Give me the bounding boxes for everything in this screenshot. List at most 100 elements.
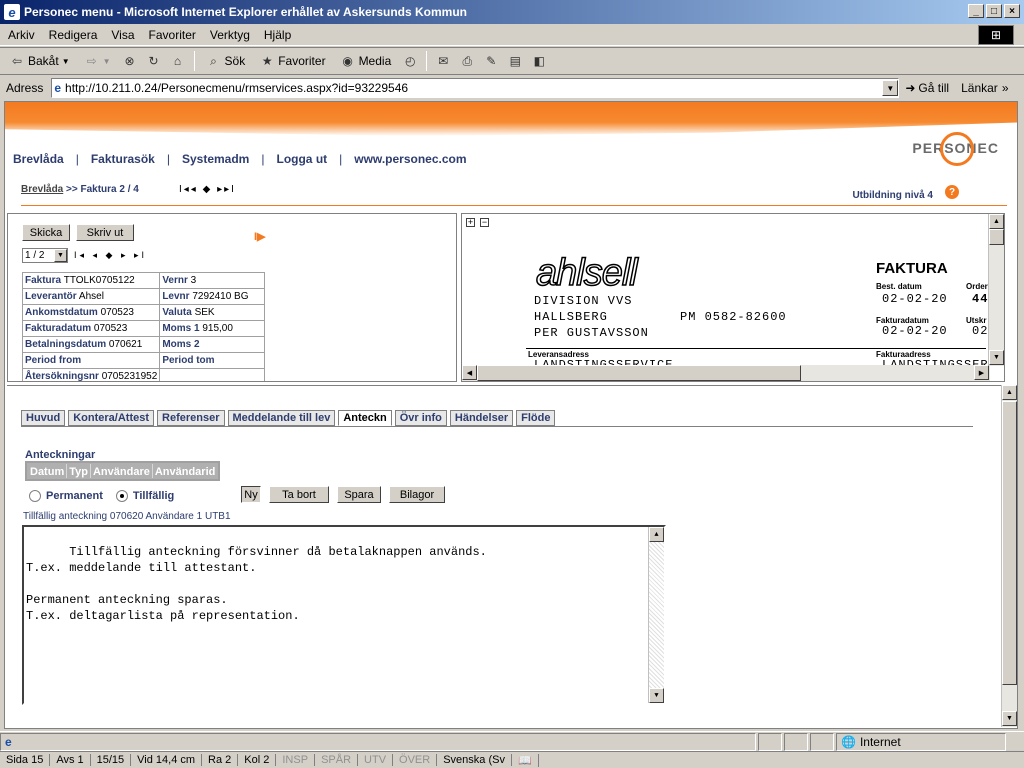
mail-icon[interactable]: ✉ [435, 53, 451, 69]
tab-referenser[interactable]: Referenser [157, 410, 225, 426]
tab-kontera-attest[interactable]: Kontera/Attest [68, 410, 155, 426]
radio-permanent[interactable] [29, 490, 41, 502]
nav-www[interactable]: www.personec.com [354, 152, 466, 166]
scroll-down-icon[interactable]: ▼ [649, 688, 664, 703]
status-utv[interactable]: UTV [358, 754, 394, 766]
image-vertical-scrollbar[interactable]: ▲ ▼ [988, 214, 1004, 366]
scroll-down-icon[interactable]: ▼ [989, 350, 1004, 365]
maximize-button[interactable]: □ [986, 4, 1002, 18]
note-type-radios: Permanent Tillfällig [29, 490, 174, 502]
address-input[interactable]: e http://10.211.0.24/Personecmenu/rmserv… [51, 78, 900, 98]
links-label[interactable]: Länkar [961, 81, 998, 95]
messenger-icon[interactable]: ◧ [531, 53, 547, 69]
level-label: Utbildning nivå 4 [852, 190, 933, 201]
spellcheck-icon[interactable]: 📖 [512, 753, 539, 767]
status-section: Avs 1 [50, 754, 91, 766]
search-button[interactable]: ⌕ Sök [203, 51, 249, 71]
column-header[interactable]: Datum [28, 464, 68, 478]
invoice-image-viewer: + − ahlsell DIVISION VVS HALLSBERG PER G… [461, 213, 1005, 382]
scroll-right-icon[interactable]: ▶ [974, 365, 989, 380]
tab-huvud[interactable]: Huvud [21, 410, 66, 426]
note-scrollbar[interactable]: ▲ ▼ [648, 527, 664, 703]
invoice-nav-controls[interactable]: I◂◂ ◆ ▸▸I [179, 184, 236, 195]
tab-meddelande[interactable]: Meddelande till lev [227, 410, 336, 426]
forward-button[interactable]: ⇨ ▼ [81, 51, 114, 71]
favorites-button[interactable]: ★ Favoriter [256, 51, 328, 71]
status-insp[interactable]: INSP [276, 754, 316, 766]
history-icon[interactable]: ◴ [402, 53, 418, 69]
scroll-down-icon[interactable]: ▼ [1002, 711, 1017, 726]
scan-line: DIVISION VVS [534, 294, 633, 308]
scroll-thumb[interactable] [1002, 401, 1017, 685]
back-button[interactable]: ⇦ Bakåt ▼ [6, 51, 73, 71]
scroll-thumb[interactable] [477, 365, 801, 381]
column-header[interactable]: Användarid [153, 464, 218, 478]
scroll-up-icon[interactable]: ▲ [989, 214, 1004, 229]
column-header[interactable]: Typ [67, 464, 91, 478]
tab-handelser[interactable]: Händelser [449, 410, 514, 426]
minimize-button[interactable]: _ [968, 4, 984, 18]
menu-favoriter[interactable]: Favoriter [149, 28, 196, 42]
page-select[interactable]: 1 / 2 ▼ [22, 248, 68, 263]
status-cell [810, 732, 834, 751]
page-nav-controls[interactable]: I◂ ◂ ◆ ▸ ▸I [74, 250, 147, 261]
menu-redigera[interactable]: Redigera [49, 28, 98, 42]
print-icon[interactable]: ⎙ [459, 53, 475, 69]
home-icon[interactable]: ⌂ [170, 53, 186, 69]
edit-icon[interactable]: ✎ [483, 53, 499, 69]
chevron-down-icon[interactable]: ▼ [103, 57, 111, 66]
breadcrumb-link[interactable]: Brevlåda [21, 184, 63, 195]
zoom-in-icon[interactable]: + [466, 218, 475, 227]
page-vertical-scrollbar[interactable]: ▲ ▼ [1001, 385, 1017, 727]
field-value: TTOLK0705122 [63, 275, 135, 286]
address-label: Adress [6, 81, 44, 95]
scroll-up-icon[interactable]: ▲ [649, 527, 664, 542]
save-note-button[interactable]: Spara [337, 486, 381, 503]
field-value: 070523 [100, 307, 134, 318]
status-over[interactable]: ÖVER [393, 754, 438, 766]
refresh-icon[interactable]: ↻ [146, 53, 162, 69]
chevron-down-icon[interactable]: ▼ [54, 249, 67, 262]
invoice-scan: ahlsell DIVISION VVS HALLSBERG PER GUSTA… [478, 238, 988, 366]
chevron-down-icon[interactable]: ▼ [62, 57, 70, 66]
send-button[interactable]: Skicka [22, 224, 70, 241]
status-spar[interactable]: SPÅR [315, 754, 359, 766]
menu-verktyg[interactable]: Verktyg [210, 28, 250, 42]
scroll-thumb[interactable] [989, 229, 1004, 245]
radio-temporary[interactable] [115, 490, 128, 502]
nav-logga-ut[interactable]: Logga ut [276, 152, 327, 166]
close-button[interactable]: × [1004, 4, 1020, 18]
browser-toolbar: ⇦ Bakåt ▼ ⇨ ▼ ⊗ ↻ ⌂ ⌕ Sök ★ Favoriter ◉ … [0, 47, 1024, 75]
go-button[interactable]: ➜ Gå till [905, 81, 949, 95]
address-dropdown-icon[interactable]: ▼ [882, 80, 899, 96]
table-row: Faktura TTOLK0705122 Vernr 3 [21, 272, 266, 289]
print-button[interactable]: Skriv ut [76, 224, 134, 241]
chevron-right-icon[interactable]: » [1002, 81, 1009, 95]
nav-brevlada[interactable]: Brevlåda [13, 152, 64, 166]
nav-systemadm[interactable]: Systemadm [182, 152, 249, 166]
go-icon[interactable]: I▶ [254, 230, 266, 243]
stop-icon[interactable]: ⊗ [122, 53, 138, 69]
menu-visa[interactable]: Visa [111, 28, 134, 42]
status-cell [784, 732, 808, 751]
scroll-left-icon[interactable]: ◀ [462, 365, 477, 380]
scroll-up-icon[interactable]: ▲ [1002, 385, 1017, 400]
status-language[interactable]: Svenska (Sv [437, 754, 512, 766]
zoom-out-icon[interactable]: − [480, 218, 489, 227]
delete-note-button[interactable]: Ta bort [269, 486, 329, 503]
discuss-icon[interactable]: ▤ [507, 53, 523, 69]
new-note-button[interactable]: Ny [241, 486, 261, 503]
nav-fakturasok[interactable]: Fakturasök [91, 152, 155, 166]
image-horizontal-scrollbar[interactable]: ◀ ▶ [462, 365, 990, 381]
media-button[interactable]: ◉ Media [337, 51, 395, 71]
menu-hjalp[interactable]: Hjälp [264, 28, 291, 42]
field-label: Period from [25, 355, 82, 366]
tab-flode[interactable]: Flöde [516, 410, 556, 426]
attachments-button[interactable]: Bilagor [389, 486, 445, 503]
help-icon[interactable]: ? [945, 185, 959, 199]
menu-arkiv[interactable]: Arkiv [8, 28, 35, 42]
note-textarea[interactable]: Tillfällig anteckning försvinner då beta… [22, 525, 666, 705]
tab-anteckn[interactable]: Anteckn [338, 410, 392, 426]
tab-ovr-info[interactable]: Övr info [394, 410, 447, 426]
column-header[interactable]: Användare [91, 464, 153, 478]
